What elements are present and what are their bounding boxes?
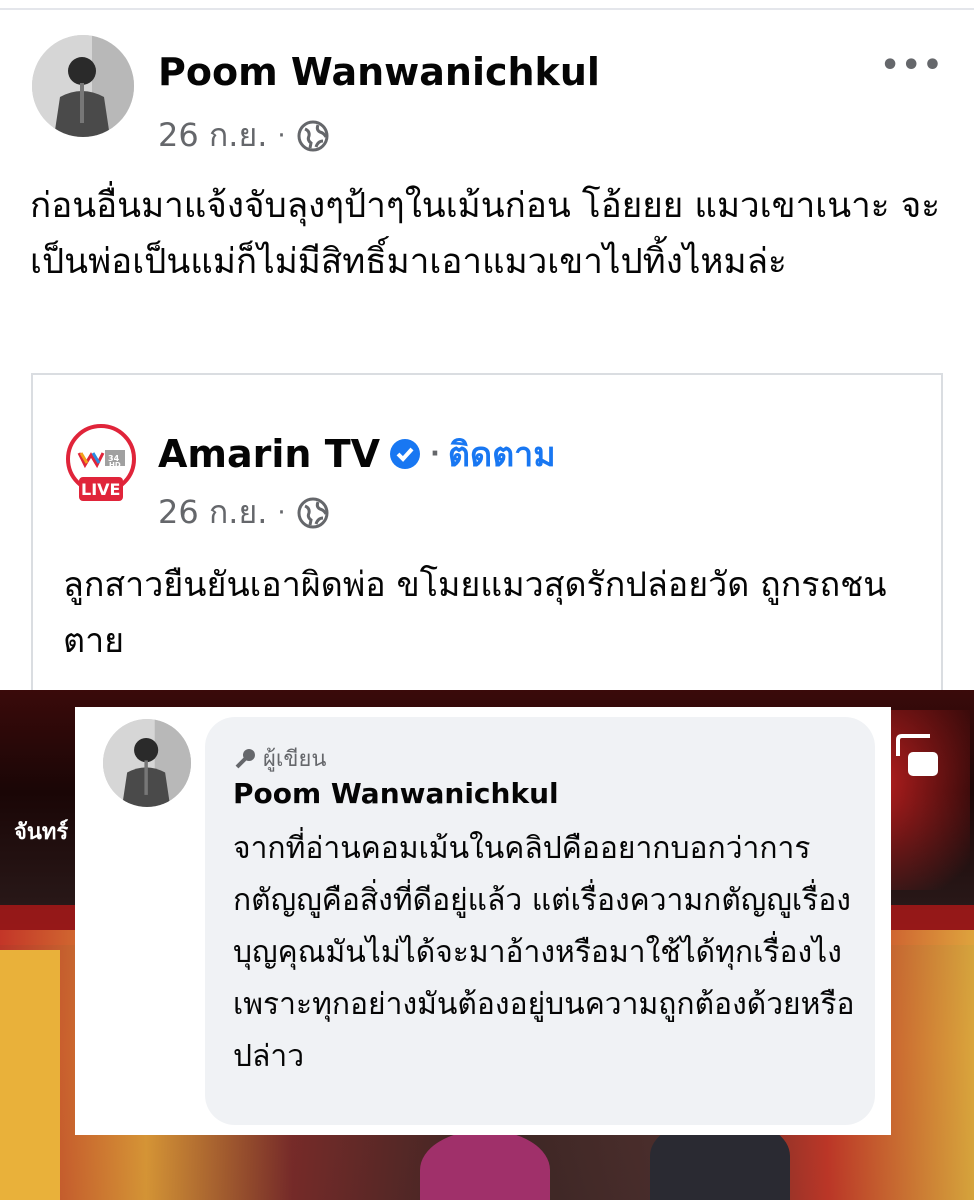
shared-meta-separator: · (277, 497, 286, 528)
picture-in-picture-icon[interactable] (892, 732, 942, 782)
avatar-photo (103, 719, 191, 807)
post-meta: 26 ก.ย. · (158, 110, 330, 161)
shared-page-name[interactable]: Amarin TV (158, 432, 380, 476)
shared-post-text: ลูกสาวยืนยันเอาผิดพ่อ ขโมยแมวสุดรักปล่อย… (63, 565, 887, 661)
author-badge: ผู้เขียน (233, 741, 326, 776)
author-badge-label: ผู้เขียน (263, 747, 327, 772)
shared-post-date[interactable]: 26 ก.ย. (158, 487, 267, 538)
author-avatar[interactable] (32, 35, 134, 137)
post-author-name[interactable]: Poom Wanwanichkul (158, 50, 600, 94)
shared-post-meta: 26 ก.ย. · (158, 487, 330, 538)
shared-post-card[interactable]: 34 HD LIVE Amarin TV · ติดตาม 26 ก.ย. · … (31, 373, 943, 703)
comment-bubble: ผู้เขียน Poom Wanwanichkul จากที่อ่านคอม… (205, 717, 875, 1125)
video-yellow-panel (0, 950, 60, 1200)
verified-badge-icon (390, 439, 421, 469)
globe-icon (297, 120, 329, 151)
post-text: ก่อนอื่นมาแจ้งจับลุงๆป้าๆในเม้นก่อน โอ้ย… (30, 186, 940, 282)
more-options-icon[interactable]: ••• (880, 48, 944, 83)
meta-separator: · (277, 120, 286, 151)
logo-hd-label: HD (109, 461, 121, 469)
globe-icon (297, 497, 329, 528)
post-date[interactable]: 26 ก.ย. (158, 110, 267, 161)
follow-button[interactable]: ติดตาม (448, 427, 556, 481)
video-caption: จันทร์ (14, 820, 69, 845)
live-badge: LIVE (81, 480, 121, 499)
presenter-left (420, 1130, 550, 1200)
comment-screenshot: ผู้เขียน Poom Wanwanichkul จากที่อ่านคอม… (75, 707, 891, 1135)
comment-author-name[interactable]: Poom Wanwanichkul (233, 777, 559, 810)
comment-author-avatar[interactable] (103, 719, 191, 807)
shared-page-header: Amarin TV · ติดตาม (158, 427, 556, 481)
microphone-icon (235, 748, 255, 768)
top-divider (0, 8, 974, 10)
follow-separator: · (430, 439, 440, 469)
comment-text: จากที่อ่านคอมเม้นในคลิปคืออยากบอกว่าการก… (233, 831, 855, 1074)
avatar-photo (32, 35, 134, 137)
